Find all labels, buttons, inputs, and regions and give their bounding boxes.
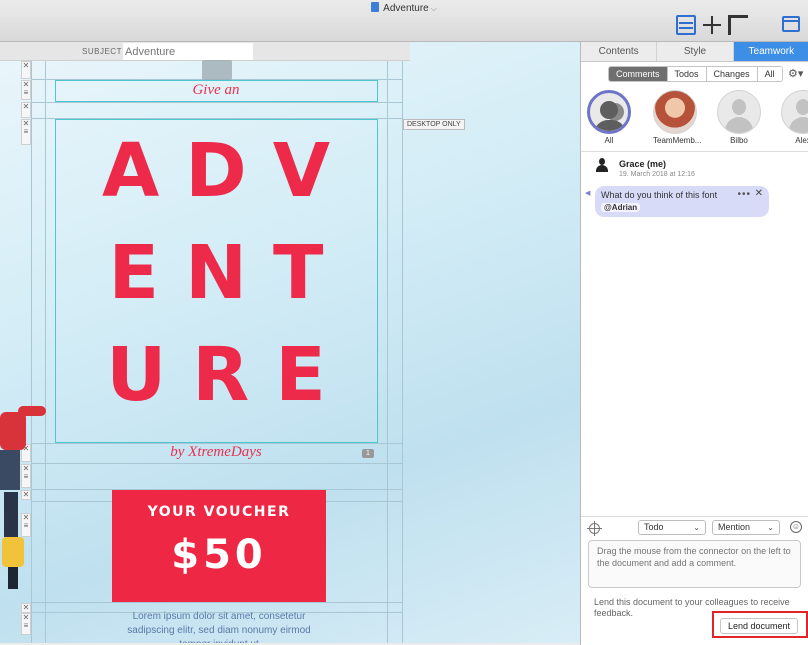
document-title-text: Adventure — [383, 3, 429, 14]
connector-target-icon[interactable] — [587, 521, 602, 536]
headline-line-1[interactable]: ADV — [56, 128, 376, 214]
move-icon[interactable] — [702, 15, 722, 35]
member-alex[interactable]: Alex — [781, 90, 808, 145]
gear-icon[interactable]: ⚙▾ — [788, 67, 803, 80]
row-remove-control[interactable]: ✕ ≡ — [21, 80, 31, 100]
byline-text[interactable]: by XtremeDays — [56, 444, 376, 461]
ruler-icon[interactable] — [728, 15, 748, 35]
inspector-panel: Contents Style Teamwork Comments Todos C… — [580, 42, 808, 645]
row-remove-control[interactable]: ✕ — [21, 102, 31, 118]
comment-date: 19. March 2018 at 12:16 — [619, 171, 695, 178]
comment-filter: Comments Todos Changes All — [608, 66, 783, 82]
voucher-block[interactable]: YOUR VOUCHER $50 — [112, 490, 326, 602]
give-an-text[interactable]: Give an — [56, 82, 376, 99]
row-remove-control[interactable]: ✕ ≡ — [21, 613, 31, 635]
member-name: Alex — [795, 136, 808, 145]
avatar — [653, 90, 697, 134]
row-remove-control[interactable]: ✕ ≡ — [21, 119, 31, 145]
mention-select-value: Mention — [718, 522, 751, 532]
layout-icon[interactable] — [676, 15, 696, 35]
chevron-down-icon: ⌄ — [693, 523, 700, 532]
row-remove-control[interactable]: ✕ — [21, 603, 31, 613]
document-title[interactable]: Adventure ⌵ — [0, 2, 808, 14]
subject-input[interactable] — [123, 43, 253, 60]
todo-select-value: Todo — [644, 522, 664, 532]
member-name: All — [604, 136, 614, 145]
mention-select[interactable]: Mention ⌄ — [712, 520, 780, 535]
chevron-down-icon: ⌄ — [767, 523, 774, 532]
window-toolbar: Adventure ⌵ — [0, 0, 808, 42]
comment-badge-icon[interactable]: 1 — [362, 449, 374, 458]
close-icon[interactable]: ✕ — [755, 188, 763, 199]
divider — [581, 516, 808, 517]
document-icon — [371, 2, 380, 12]
member-name: TeamMemb... — [653, 136, 702, 145]
lorem-text[interactable]: Lorem ipsum dolor sit amet, consetetur s… — [112, 610, 326, 643]
headline-line-2[interactable]: ENT — [56, 230, 376, 316]
group-avatar-icon — [587, 90, 631, 134]
subject-bar: SUBJECT — [0, 42, 410, 61]
tab-style[interactable]: Style — [657, 42, 734, 61]
guide-line — [31, 463, 403, 464]
mention-tag[interactable]: @Adrian — [601, 203, 641, 212]
filter-all[interactable]: All — [757, 67, 782, 81]
image-placeholder-icon[interactable] — [202, 60, 232, 80]
guide-line — [31, 102, 403, 103]
subject-label: SUBJECT — [82, 47, 122, 56]
more-icon[interactable]: ••• — [737, 189, 751, 200]
window-icon[interactable] — [782, 16, 800, 32]
tab-teamwork[interactable]: Teamwork — [733, 42, 808, 61]
emoji-icon[interactable]: ☺ — [790, 521, 802, 533]
guide-line — [31, 602, 403, 603]
desktop-only-tag: DESKTOP ONLY — [403, 119, 465, 130]
chevron-down-icon: ⌵ — [430, 4, 437, 13]
filter-comments[interactable]: Comments — [609, 67, 668, 81]
guide-line — [387, 61, 388, 643]
panel-tabs: Contents Style Teamwork — [581, 42, 808, 62]
climber-image — [0, 406, 46, 589]
team-members: All TeamMemb... Bilbo Alex — [581, 86, 808, 152]
comment-author: Grace (me) — [619, 159, 667, 169]
email-canvas[interactable]: SUBJECT ✕ ✕≡ ✕ ✕≡ ✕ ✕≡ ✕ ✕≡ ✕ ✕≡ DESKTOP… — [0, 42, 580, 643]
guide-line — [402, 61, 403, 643]
member-teammember[interactable]: TeamMemb... — [653, 90, 702, 145]
comment-bubble[interactable]: What do you think of this font @Adrian •… — [595, 186, 769, 217]
comment-input[interactable] — [588, 540, 801, 588]
todo-select[interactable]: Todo ⌄ — [638, 520, 706, 535]
headline-line-3[interactable]: URE — [56, 332, 376, 418]
filter-todos[interactable]: Todos — [667, 67, 707, 81]
filter-changes[interactable]: Changes — [706, 67, 758, 81]
member-bilbo[interactable]: Bilbo — [717, 90, 761, 145]
user-silhouette-icon — [781, 90, 808, 134]
member-all[interactable]: All — [587, 90, 631, 145]
tab-contents[interactable]: Contents — [581, 42, 658, 61]
user-icon — [595, 158, 609, 172]
user-silhouette-icon — [717, 90, 761, 134]
lend-document-button[interactable]: Lend document — [720, 618, 798, 634]
voucher-title: YOUR VOUCHER — [147, 504, 291, 520]
voucher-amount: $50 — [171, 532, 267, 578]
row-remove-control[interactable]: ✕ — [21, 61, 31, 79]
connector-arrow-icon: ◀ — [585, 190, 591, 197]
member-name: Bilbo — [730, 136, 748, 145]
